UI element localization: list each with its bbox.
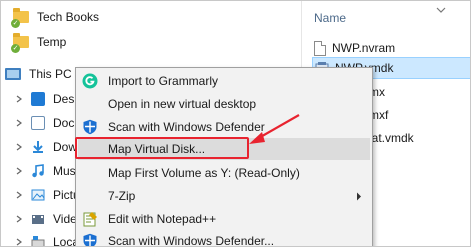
- file-item-label: NWP.nvram: [332, 41, 396, 55]
- submenu-arrow-icon: [357, 192, 361, 201]
- chevron-right-icon[interactable]: [13, 165, 25, 177]
- nav-item-label: Tech Books: [37, 10, 100, 24]
- file-explorer-window: ✓ Tech Books ✓ Temp This PC Desktop Docu…: [0, 0, 471, 247]
- nav-item-label: Temp: [37, 35, 67, 49]
- menu-item-label: 7-Zip: [108, 189, 136, 203]
- annotation-arrow-icon: [249, 114, 300, 144]
- menu-item-label: Edit with Notepad++: [108, 212, 217, 226]
- document-icon: [314, 40, 326, 56]
- annotation-highlight-box: [75, 137, 249, 159]
- music-folder-icon: [31, 164, 45, 178]
- documents-folder-icon: [31, 116, 45, 130]
- column-header-name[interactable]: Name: [314, 11, 346, 25]
- menu-item-label: Scan with Windows Defender...: [108, 234, 275, 247]
- menu-item-edit-notepad-plus-plus[interactable]: Edit with Notepad++: [78, 208, 370, 230]
- computer-icon: [5, 68, 21, 80]
- menu-item-label: Import to Grammarly: [108, 74, 219, 88]
- desktop-folder-icon: [31, 92, 45, 106]
- grammarly-icon: [82, 73, 98, 89]
- sort-chevron-icon[interactable]: [436, 7, 446, 13]
- menu-item-import-to-grammarly[interactable]: Import to Grammarly: [78, 70, 370, 92]
- menu-item-scan-defender[interactable]: Scan with Windows Defender: [78, 116, 370, 138]
- menu-item-map-first-volume[interactable]: Map First Volume as Y: (Read-Only): [78, 162, 370, 184]
- nav-item-label: This PC: [29, 67, 72, 81]
- windows-defender-icon: [82, 119, 98, 135]
- downloads-folder-icon: [31, 140, 45, 154]
- chevron-right-icon[interactable]: [13, 189, 25, 201]
- chevron-right-icon[interactable]: [13, 141, 25, 153]
- menu-item-label: Open in new virtual desktop: [108, 97, 257, 111]
- videos-folder-icon: [31, 212, 45, 226]
- pictures-folder-icon: [31, 188, 45, 202]
- chevron-right-icon[interactable]: [13, 213, 25, 225]
- chevron-right-icon[interactable]: [13, 236, 25, 246]
- nav-item-this-pc[interactable]: This PC: [5, 62, 72, 86]
- folder-synced-icon: ✓: [11, 33, 29, 53]
- notepad-plus-plus-icon: [82, 211, 98, 227]
- chevron-right-icon[interactable]: [13, 117, 25, 129]
- nav-item-tech-books[interactable]: ✓ Tech Books: [11, 5, 100, 29]
- file-item-label: lat.vmdk: [369, 131, 414, 145]
- nav-item-temp[interactable]: ✓ Temp: [11, 30, 67, 54]
- chevron-right-icon[interactable]: [13, 93, 25, 105]
- menu-item-7zip[interactable]: 7-Zip: [78, 185, 370, 207]
- nav-item-music[interactable]: Music: [13, 159, 84, 183]
- file-item-nwp-nvram[interactable]: NWP.nvram: [314, 37, 395, 59]
- folder-synced-icon: ✓: [11, 8, 29, 28]
- menu-item-open-virtual-desktop[interactable]: Open in new virtual desktop: [78, 93, 370, 115]
- menu-item-label: Map First Volume as Y: (Read-Only): [108, 166, 300, 180]
- local-disk-icon: [31, 235, 45, 246]
- menu-item-label: Scan with Windows Defender: [108, 120, 265, 134]
- menu-item-scan-defender-dots[interactable]: Scan with Windows Defender...: [78, 230, 370, 247]
- windows-defender-icon: [82, 233, 98, 246]
- file-item-lat-vmdk[interactable]: lat.vmdk: [369, 127, 414, 149]
